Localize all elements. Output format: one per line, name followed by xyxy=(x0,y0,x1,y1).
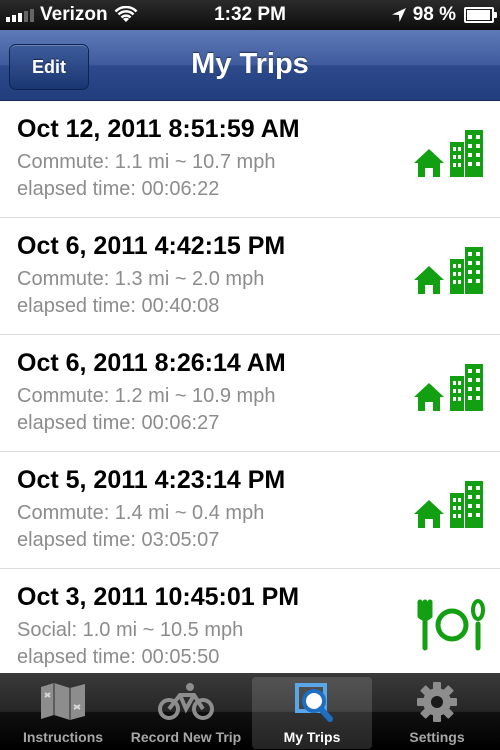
battery-percent: 98 % xyxy=(412,4,456,25)
battery-icon xyxy=(464,7,497,23)
tab-settings[interactable]: Settings xyxy=(377,677,497,749)
trip-elapsed: elapsed time: 00:06:27 xyxy=(17,412,220,434)
commute-icon xyxy=(414,364,483,411)
trip-date: Oct 3, 2011 10:45:01 PM xyxy=(17,583,300,611)
location-arrow-icon xyxy=(391,8,406,22)
navigation-bar: Edit My Trips xyxy=(0,30,500,101)
trip-row[interactable]: Oct 6, 2011 8:26:14 AM Commute: 1.2 mi ~… xyxy=(0,335,500,452)
commute-icon xyxy=(414,130,483,177)
trip-row[interactable]: Oct 12, 2011 8:51:59 AM Commute: 1.1 mi … xyxy=(0,101,500,218)
map-icon xyxy=(41,683,85,720)
trip-detail: Commute: 1.2 mi ~ 10.9 mph xyxy=(17,385,276,407)
magnifier-icon xyxy=(295,683,333,722)
trip-date: Oct 6, 2011 4:42:15 PM xyxy=(17,232,286,260)
trip-row[interactable]: Oct 6, 2011 4:42:15 PM Commute: 1.3 mi ~… xyxy=(0,218,500,335)
trip-detail: Commute: 1.3 mi ~ 2.0 mph xyxy=(17,268,265,290)
trip-elapsed: elapsed time: 00:05:50 xyxy=(17,646,220,668)
trip-detail: Commute: 1.4 mi ~ 0.4 mph xyxy=(17,502,265,524)
tab-label: Settings xyxy=(409,729,465,745)
commute-icon xyxy=(414,481,483,528)
page-title: My Trips xyxy=(191,48,309,80)
bicycle-icon xyxy=(158,683,214,720)
trip-detail: Social: 1.0 mi ~ 10.5 mph xyxy=(17,619,244,641)
tab-bar: Instructions Record New Trip My Trips Se… xyxy=(0,673,500,750)
tab-label: My Trips xyxy=(283,729,341,745)
tab-label: Record New Trip xyxy=(130,729,242,745)
trip-row[interactable]: Oct 5, 2011 4:23:14 PM Commute: 1.4 mi ~… xyxy=(0,452,500,569)
commute-icon xyxy=(414,247,483,294)
trips-list: Oct 12, 2011 8:51:59 AM Commute: 1.1 mi … xyxy=(0,101,500,673)
trip-date: Oct 5, 2011 4:23:14 PM xyxy=(17,466,286,494)
tab-label: Instructions xyxy=(22,729,104,745)
trip-elapsed: elapsed time: 00:06:22 xyxy=(17,178,220,200)
status-bar: Verizon 1:32 PM 98 % xyxy=(0,0,500,30)
tab-my-trips[interactable]: My Trips xyxy=(252,677,372,749)
trip-date: Oct 6, 2011 8:26:14 AM xyxy=(17,349,286,377)
tab-instructions[interactable]: Instructions xyxy=(3,677,123,749)
trip-row[interactable]: Oct 3, 2011 10:45:01 PM Social: 1.0 mi ~… xyxy=(0,569,500,673)
trip-date: Oct 12, 2011 8:51:59 AM xyxy=(17,115,300,143)
gear-icon xyxy=(417,682,457,722)
trip-detail: Commute: 1.1 mi ~ 10.7 mph xyxy=(17,151,276,173)
tab-record-new-trip[interactable]: Record New Trip xyxy=(126,677,246,749)
trip-elapsed: elapsed time: 03:05:07 xyxy=(17,529,220,551)
trip-elapsed: elapsed time: 00:40:08 xyxy=(17,295,220,317)
social-icon xyxy=(417,599,485,651)
